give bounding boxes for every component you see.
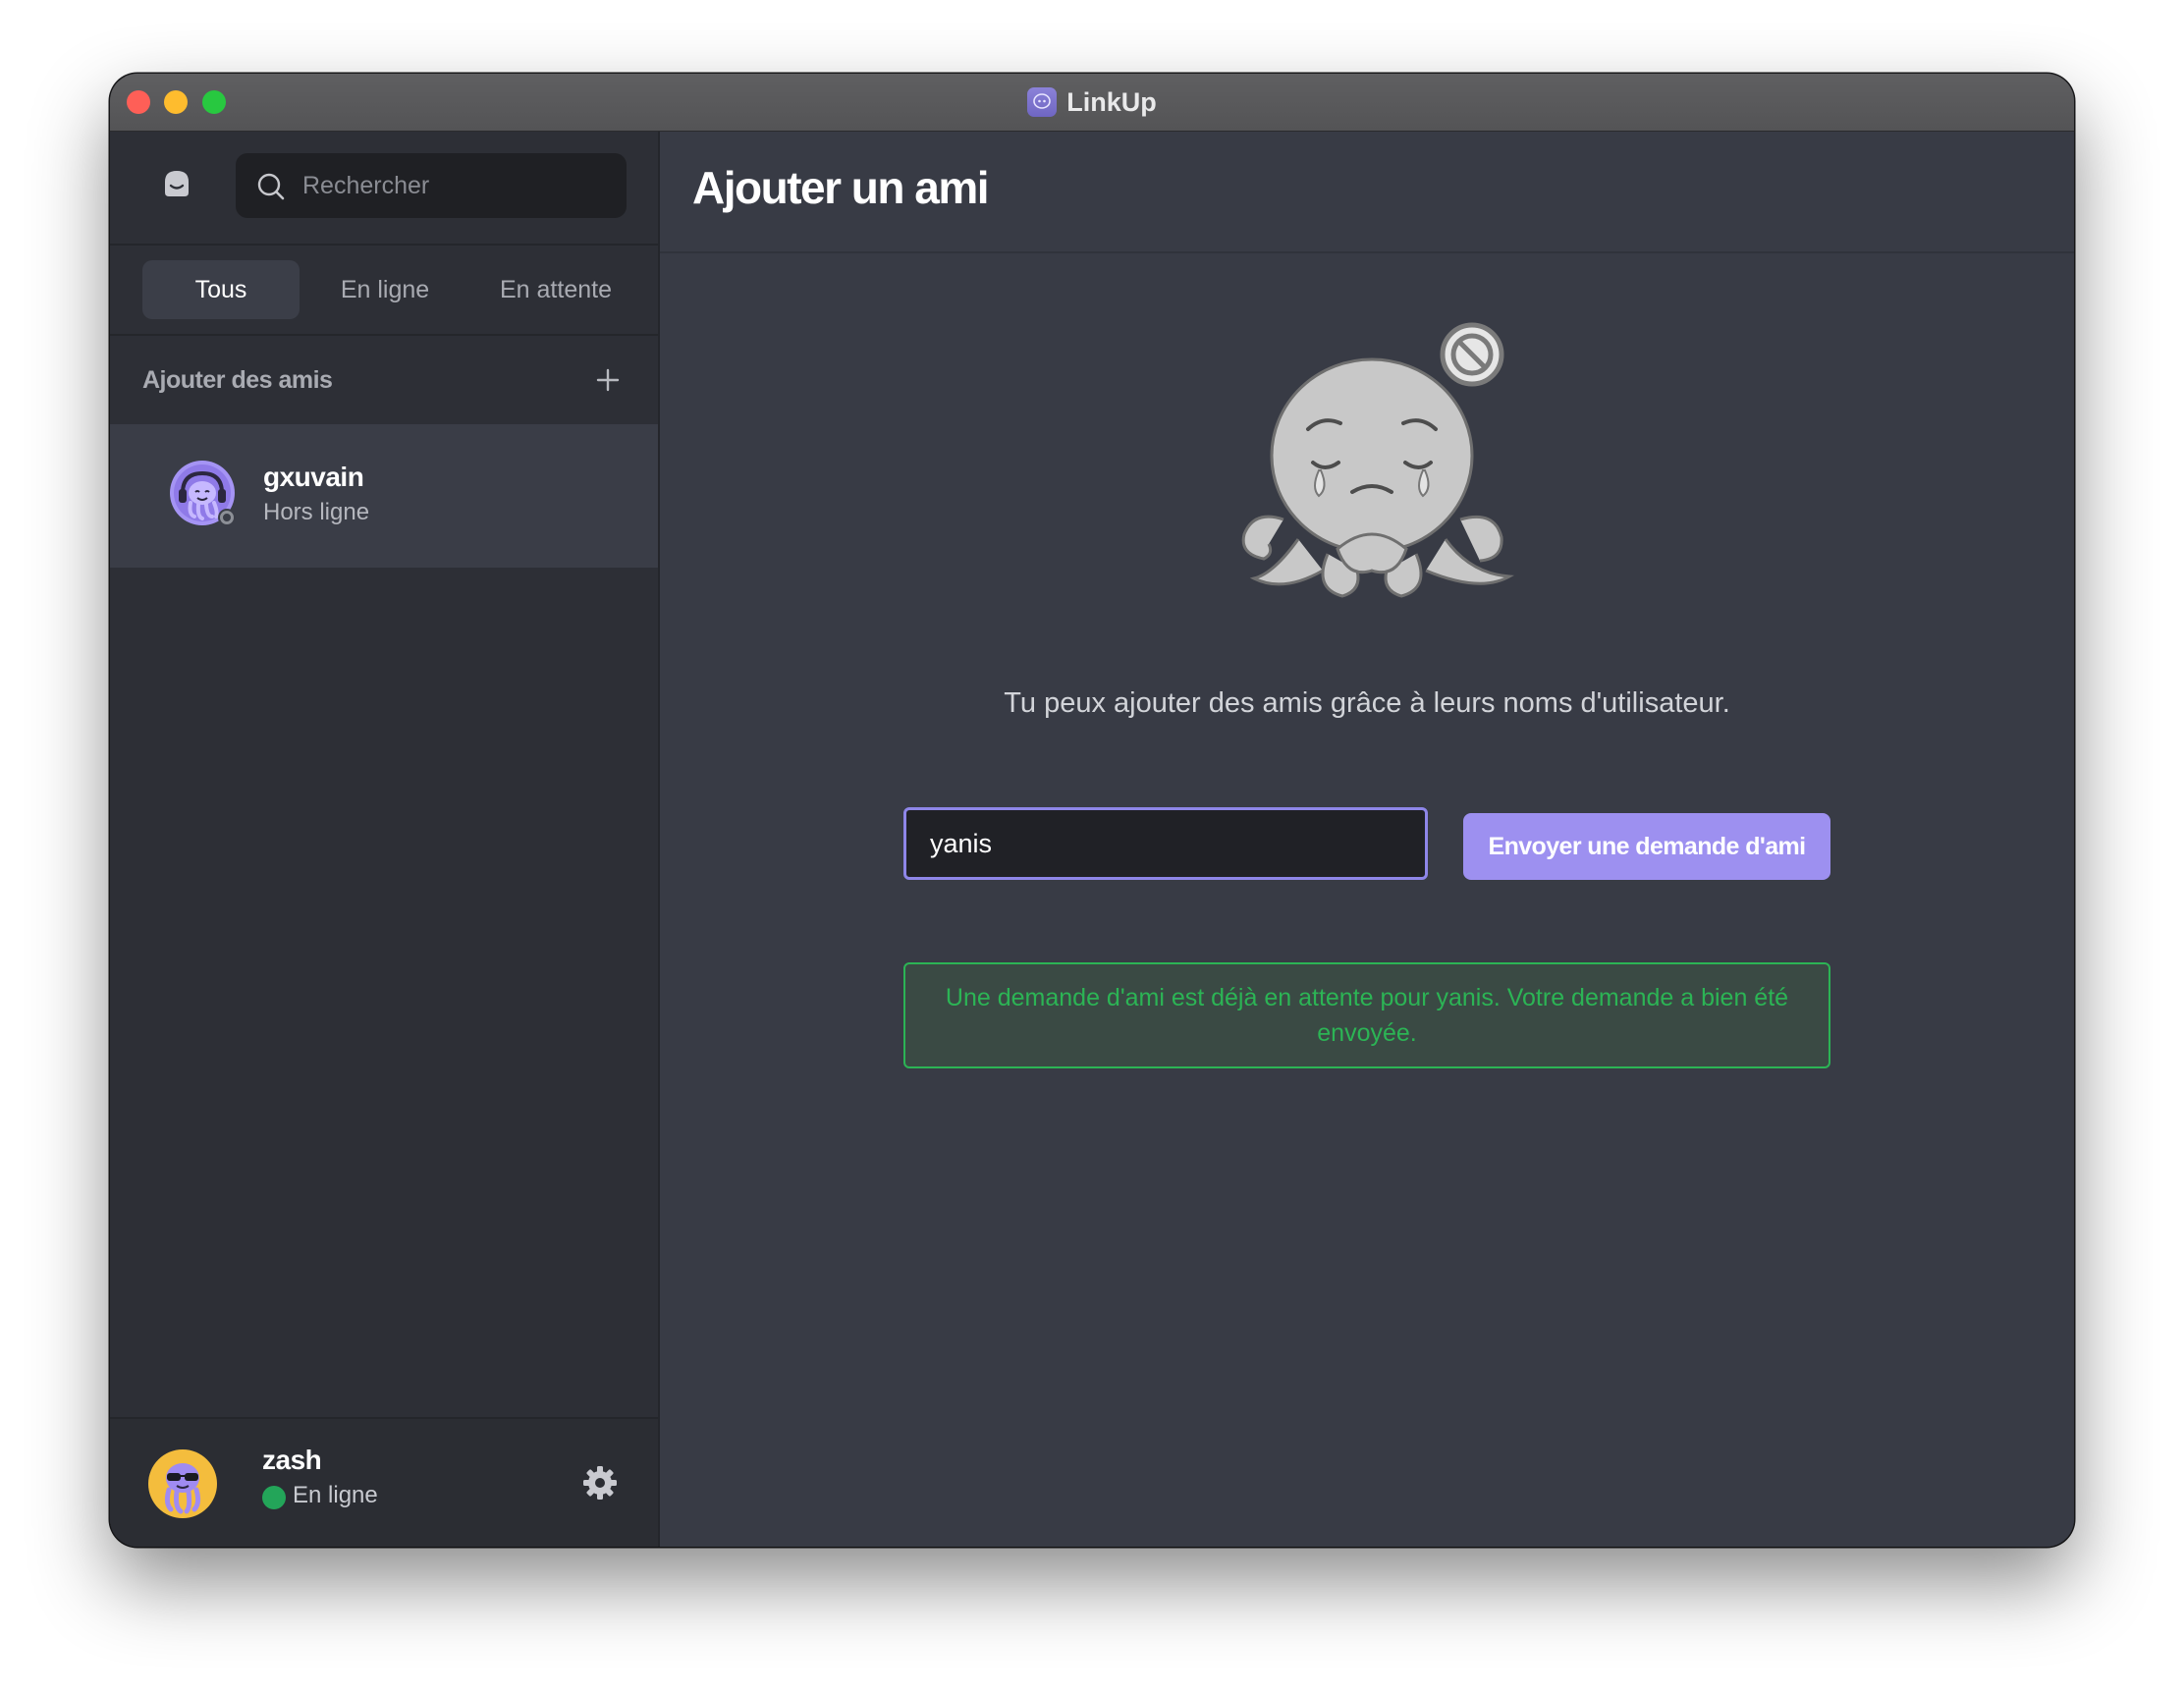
add-friends-label: Ajouter des amis <box>142 366 333 394</box>
sidebar-header <box>110 132 658 246</box>
search-input[interactable] <box>302 153 607 218</box>
friend-name: gxuvain <box>263 462 364 492</box>
instruction-text: Tu peux ajouter des amis grâce à leurs n… <box>1004 687 1730 719</box>
current-user-name: zash <box>262 1445 322 1475</box>
add-friends-section: Ajouter des amis <box>110 336 658 424</box>
friend-filter-tabs: Tous En ligne En attente <box>110 244 658 336</box>
friend-list-item[interactable]: gxuvain Hors ligne <box>110 424 658 568</box>
octopus-avatar-icon <box>170 461 236 526</box>
send-friend-request-button[interactable]: Envoyer une demande d'ami <box>1463 813 1830 880</box>
page-title: Ajouter un ami <box>692 162 990 213</box>
window-title: LinkUp <box>1066 86 1157 117</box>
current-user-panel: zash En ligne <box>110 1417 658 1547</box>
main-panel: Ajouter un ami Tu peux ajouter des amis … <box>660 132 2074 1547</box>
home-button[interactable] <box>159 166 194 201</box>
app-window: LinkUp Tous En ligne En attente <box>110 74 2074 1547</box>
tab-online[interactable]: En ligne <box>306 260 464 319</box>
plus-icon[interactable] <box>593 365 623 395</box>
tab-all[interactable]: Tous <box>142 260 300 319</box>
search-icon <box>257 173 285 200</box>
search-box[interactable] <box>236 153 627 218</box>
username-input[interactable] <box>903 807 1428 880</box>
settings-gear-icon[interactable] <box>581 1464 619 1502</box>
online-status-icon <box>262 1486 286 1509</box>
title-bar: LinkUp <box>110 74 2074 132</box>
main-header: Ajouter un ami <box>660 132 2074 253</box>
success-notice: Une demande d'ami est déjà en attente po… <box>903 962 1830 1068</box>
user-avatar-icon <box>148 1449 217 1518</box>
current-user-status: En ligne <box>293 1482 378 1508</box>
friend-status: Hors ligne <box>263 499 370 525</box>
sad-octopus-illustration <box>1241 322 1515 598</box>
app-logo-icon <box>1027 87 1058 117</box>
sidebar: Tous En ligne En attente Ajouter des ami… <box>110 132 660 1547</box>
home-logo-icon <box>165 171 189 196</box>
tab-pending[interactable]: En attente <box>469 260 642 319</box>
